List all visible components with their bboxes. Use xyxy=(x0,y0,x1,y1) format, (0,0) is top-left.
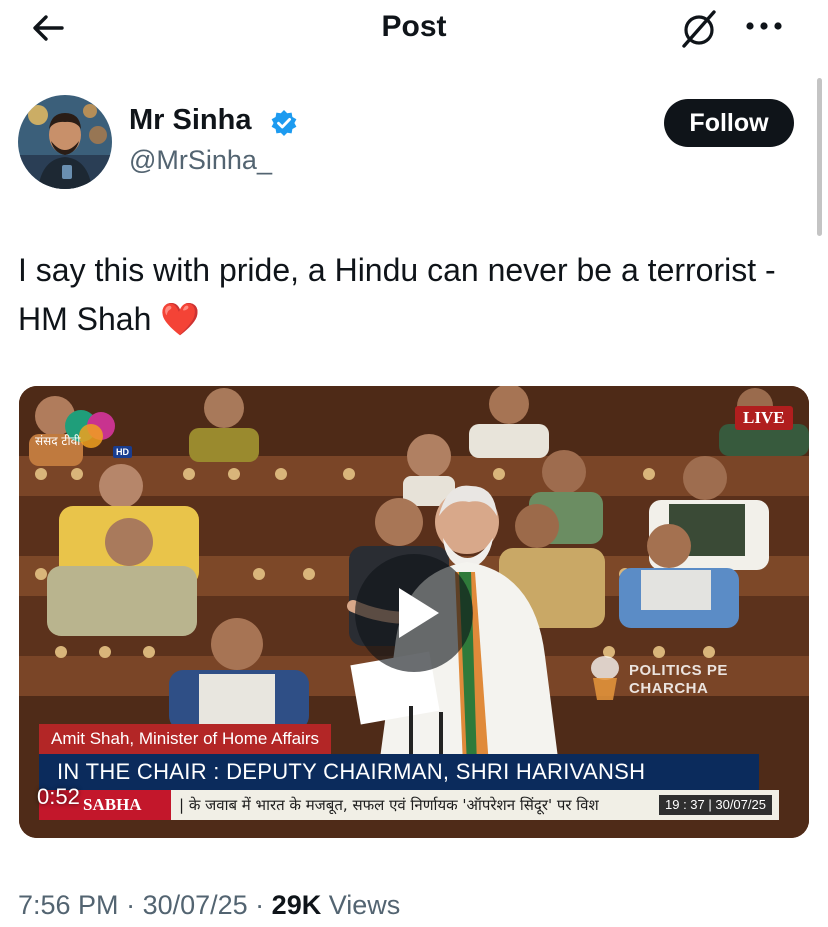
author-display-name[interactable]: Mr Sinha xyxy=(129,104,251,137)
follow-button[interactable]: Follow xyxy=(664,99,794,147)
channel-logo-text: संसद टीवी xyxy=(35,434,81,448)
post-meta: 7:56 PM · 30/07/25 · 29K Views xyxy=(18,890,400,921)
live-badge: LIVE xyxy=(735,406,793,430)
post-text: I say this with pride, a Hindu can never… xyxy=(18,246,808,344)
meta-separator: · xyxy=(118,890,143,920)
scrollbar[interactable] xyxy=(817,78,822,236)
watermark: POLITICS PE CHARCHA xyxy=(587,654,747,704)
hd-badge: HD xyxy=(113,446,132,458)
author-handle[interactable]: @MrSinha_ xyxy=(129,145,272,176)
video-player[interactable]: संसद टीवी HD LIVE POLITICS PE CHARCHA Am… xyxy=(19,386,809,838)
more-options-button[interactable] xyxy=(742,14,786,38)
watermark-line1: POLITICS PE xyxy=(629,662,728,679)
post-text-body: I say this with pride, a Hindu can never… xyxy=(18,252,776,337)
grok-icon xyxy=(682,10,716,48)
news-ticker: SABHA | के जवाब में भारत के मजबूत, सफल ए… xyxy=(39,790,779,820)
chair-strip: IN THE CHAIR : DEPUTY CHAIRMAN, SHRI HAR… xyxy=(39,754,759,790)
views-count: 29K xyxy=(271,890,322,920)
post-time[interactable]: 7:56 PM xyxy=(18,890,119,920)
play-button[interactable] xyxy=(355,554,473,672)
verified-badge-icon xyxy=(271,110,297,136)
post-date[interactable]: 30/07/25 xyxy=(143,890,248,920)
heart-emoji: ❤️ xyxy=(160,301,201,337)
grok-button[interactable] xyxy=(676,6,722,52)
watermark-logo-icon xyxy=(591,656,619,700)
play-icon xyxy=(399,588,439,638)
meta-separator: · xyxy=(247,890,272,920)
ticker-text: | के जवाब में भारत के मजबूत, सफल एवं निर… xyxy=(179,796,599,814)
avatar[interactable] xyxy=(18,95,112,189)
video-duration: 0:52 xyxy=(37,784,80,809)
more-icon xyxy=(746,22,782,30)
views-label: Views xyxy=(321,890,401,920)
speaker-name-strip: Amit Shah, Minister of Home Affairs xyxy=(39,724,332,754)
watermark-line2: CHARCHA xyxy=(629,680,709,697)
ticker-time: 19 : 37 | 30/07/25 xyxy=(659,795,772,815)
top-bar: Post xyxy=(0,0,828,56)
